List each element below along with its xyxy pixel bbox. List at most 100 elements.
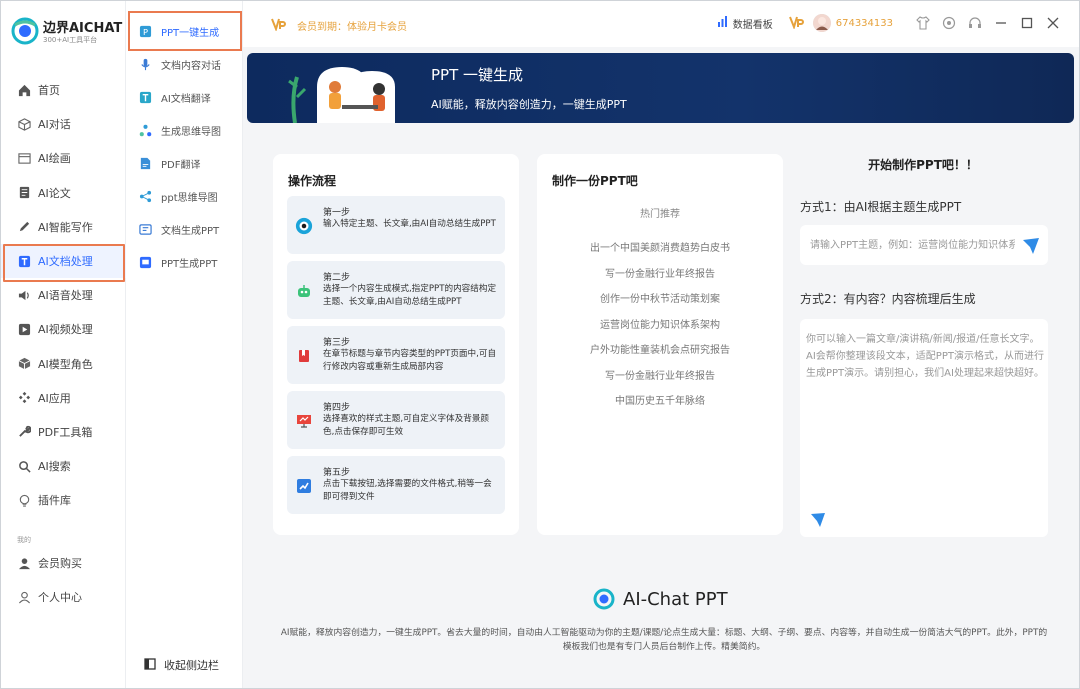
method1-label: 方式1：由AI根据主题生成PPT	[800, 200, 962, 214]
collapse-sidebar-button[interactable]: 收起侧边栏	[144, 657, 219, 673]
step-description: 选择一个内容生成模式,指定PPT的内容结构定主题、长文章,由AI自动总结生成PP…	[323, 284, 497, 307]
hero-banner: PPT 一键生成 AI赋能，释放内容创造力，一键生成PPT	[247, 53, 1074, 123]
slides-icon	[138, 256, 152, 270]
hot-item[interactable]: 运营岗位能力知识体系架构	[537, 316, 783, 342]
send-icon[interactable]	[1022, 237, 1040, 255]
submenu-item-mindmap[interactable]: 生成思维导图	[126, 114, 243, 147]
search-icon	[17, 459, 31, 473]
submenu-item-label: ppt思维导图	[161, 193, 218, 204]
text-icon	[17, 254, 31, 268]
submenu: P PPT一键生成 文档内容对话 AI文档翻译 生成思维导图 PDF翻译 ppt…	[126, 1, 243, 688]
logo-icon	[11, 17, 39, 45]
sidebar-item-label: 插件库	[38, 494, 71, 508]
submenu-item-label: PPT生成PPT	[161, 259, 218, 270]
sidebar-item-ai-painting[interactable]: AI绘画	[1, 141, 126, 175]
sidebar-item-ai-search[interactable]: AI搜索	[1, 449, 126, 483]
hot-item[interactable]: 中国历史五千年脉络	[537, 392, 783, 418]
step-card[interactable]: 第四步 选择喜欢的样式主题,可自定义字体及背景颜色,点击保存即可生效	[287, 391, 505, 449]
image-icon	[17, 151, 31, 165]
step-card[interactable]: 第五步 点击下载按钮,选择需要的文件格式,稍等一会即可得到文件	[287, 456, 505, 514]
hot-item[interactable]: 户外功能性童装机会点研究报告	[537, 341, 783, 367]
mine-nav: 会员购买 个人中心	[1, 546, 126, 614]
brand-logo-icon	[593, 588, 615, 610]
document-icon	[17, 186, 31, 200]
sidebar-item-ai-voice[interactable]: AI语音处理	[1, 278, 126, 312]
step-description: 选择喜欢的样式主题,可自定义字体及背景颜色,点击保存即可生效	[323, 414, 490, 437]
play-icon	[17, 322, 31, 336]
submenu-item-pdf-translate[interactable]: PDF翻译	[126, 147, 243, 180]
user-id: 674334133	[835, 17, 893, 29]
sidebar-item-ai-chat[interactable]: AI对话	[1, 107, 126, 141]
sidebar-item-ai-paper[interactable]: AI论文	[1, 176, 126, 210]
topic-input-box	[800, 225, 1048, 265]
submenu-item-doc-chat[interactable]: 文档内容对话	[126, 48, 243, 81]
sidebar-item-ai-apps[interactable]: AI应用	[1, 381, 126, 415]
step-card[interactable]: 第二步 选择一个内容生成模式,指定PPT的内容结构定主题、长文章,由AI自动总结…	[287, 261, 505, 319]
submenu-item-ppt-generate[interactable]: P PPT一键生成	[126, 11, 243, 51]
footer-brand-name: AI-Chat PPT	[623, 588, 728, 610]
collapse-icon	[144, 657, 156, 673]
close-icon[interactable]	[1045, 15, 1061, 31]
sidebar-item-label: 首页	[38, 84, 60, 98]
sidebar-item-membership[interactable]: 会员购买	[1, 546, 126, 580]
submenu-item-label: PDF翻译	[161, 160, 201, 171]
settings-icon[interactable]	[941, 15, 957, 31]
hot-item[interactable]: 写一份金融行业年终报告	[537, 367, 783, 393]
content-textarea[interactable]	[806, 331, 1046, 501]
sidebar-item-home[interactable]: 首页	[1, 73, 126, 107]
step-title: 第五步	[323, 468, 351, 478]
sidebar-item-label: AI文档处理	[38, 255, 93, 269]
shirt-icon[interactable]	[915, 15, 931, 31]
hot-item[interactable]: 写一份金融行业年终报告	[537, 265, 783, 291]
hot-item[interactable]: 创作一份中秋节活动策划案	[537, 290, 783, 316]
step-card[interactable]: 第一步 输入特定主题、长文章,由AI自动总结生成PPT	[287, 196, 505, 254]
step-title: 第三步	[323, 338, 351, 348]
step-description: 点击下载按钮,选择需要的文件格式,稍等一会即可得到文件	[323, 479, 492, 502]
bar-chart-icon	[717, 16, 728, 30]
sidebar-item-plugins[interactable]: 插件库	[1, 483, 126, 517]
submenu-item-doc-to-ppt[interactable]: 文档生成PPT	[126, 213, 243, 246]
sidebar-item-label: AI视频处理	[38, 323, 93, 337]
ppt-icon: P	[138, 25, 152, 39]
pdf-icon	[138, 157, 152, 171]
sidebar-item-ai-model[interactable]: AI模型角色	[1, 347, 126, 381]
step-card[interactable]: 第三步 在章节标题与章节内容类型的PPT页面中,可自行修改内容或重新生成局部内容	[287, 326, 505, 384]
avatar	[812, 14, 831, 32]
user-info[interactable]: 674334133	[812, 14, 893, 32]
submenu-item-ppt-mindmap[interactable]: ppt思维导图	[126, 180, 243, 213]
submenu-item-ppt-to-ppt[interactable]: PPT生成PPT	[126, 246, 243, 279]
submenu-item-doc-translate[interactable]: AI文档翻译	[126, 81, 243, 114]
box-icon	[17, 357, 31, 371]
membership-text: 会员到期：体验月卡会员	[297, 22, 407, 33]
sidebar-item-ai-document[interactable]: AI文档处理	[1, 243, 126, 283]
topbar-actions: 数据看板 674334133	[717, 14, 1061, 32]
sidebar-item-profile[interactable]: 个人中心	[1, 580, 126, 614]
sidebar-item-ai-writing[interactable]: AI智能写作	[1, 210, 126, 244]
vip-badge-icon	[788, 15, 805, 32]
dashboard-link[interactable]: 数据看板	[717, 16, 773, 31]
sidebar-item-pdf-tools[interactable]: PDF工具箱	[1, 415, 126, 449]
maximize-icon[interactable]	[1019, 15, 1035, 31]
apps-icon	[17, 391, 31, 405]
microphone-icon	[138, 58, 152, 72]
pen-icon	[17, 220, 31, 234]
meeting-illustration	[288, 67, 395, 123]
minimize-icon[interactable]	[993, 15, 1009, 31]
send-icon[interactable]	[810, 512, 826, 528]
sidebar-item-label: AI论文	[38, 186, 71, 200]
wrench-icon	[17, 425, 31, 439]
submenu-item-label: 生成思维导图	[161, 127, 221, 138]
step-title: 第二步	[323, 273, 351, 283]
sidebar-item-ai-video[interactable]: AI视频处理	[1, 312, 126, 346]
headset-icon[interactable]	[967, 15, 983, 31]
hot-item[interactable]: 出一个中国美颜消费趋势白皮书	[537, 239, 783, 265]
topic-input[interactable]	[810, 236, 1015, 254]
submenu-item-label: PPT一键生成	[161, 28, 220, 39]
submenu-item-label: AI文档翻译	[161, 94, 211, 105]
robot-icon	[295, 282, 313, 300]
app-logo[interactable]: 边界AICHAT 300+AI工具平台	[11, 15, 123, 47]
mindmap-icon	[138, 124, 152, 138]
membership-link[interactable]: 会员到期：体验月卡会员	[271, 17, 407, 34]
presentation-icon	[295, 412, 313, 430]
app-window: 边界AICHAT 300+AI工具平台 首页 AI对话 AI绘画 AI论文 AI…	[0, 0, 1080, 689]
